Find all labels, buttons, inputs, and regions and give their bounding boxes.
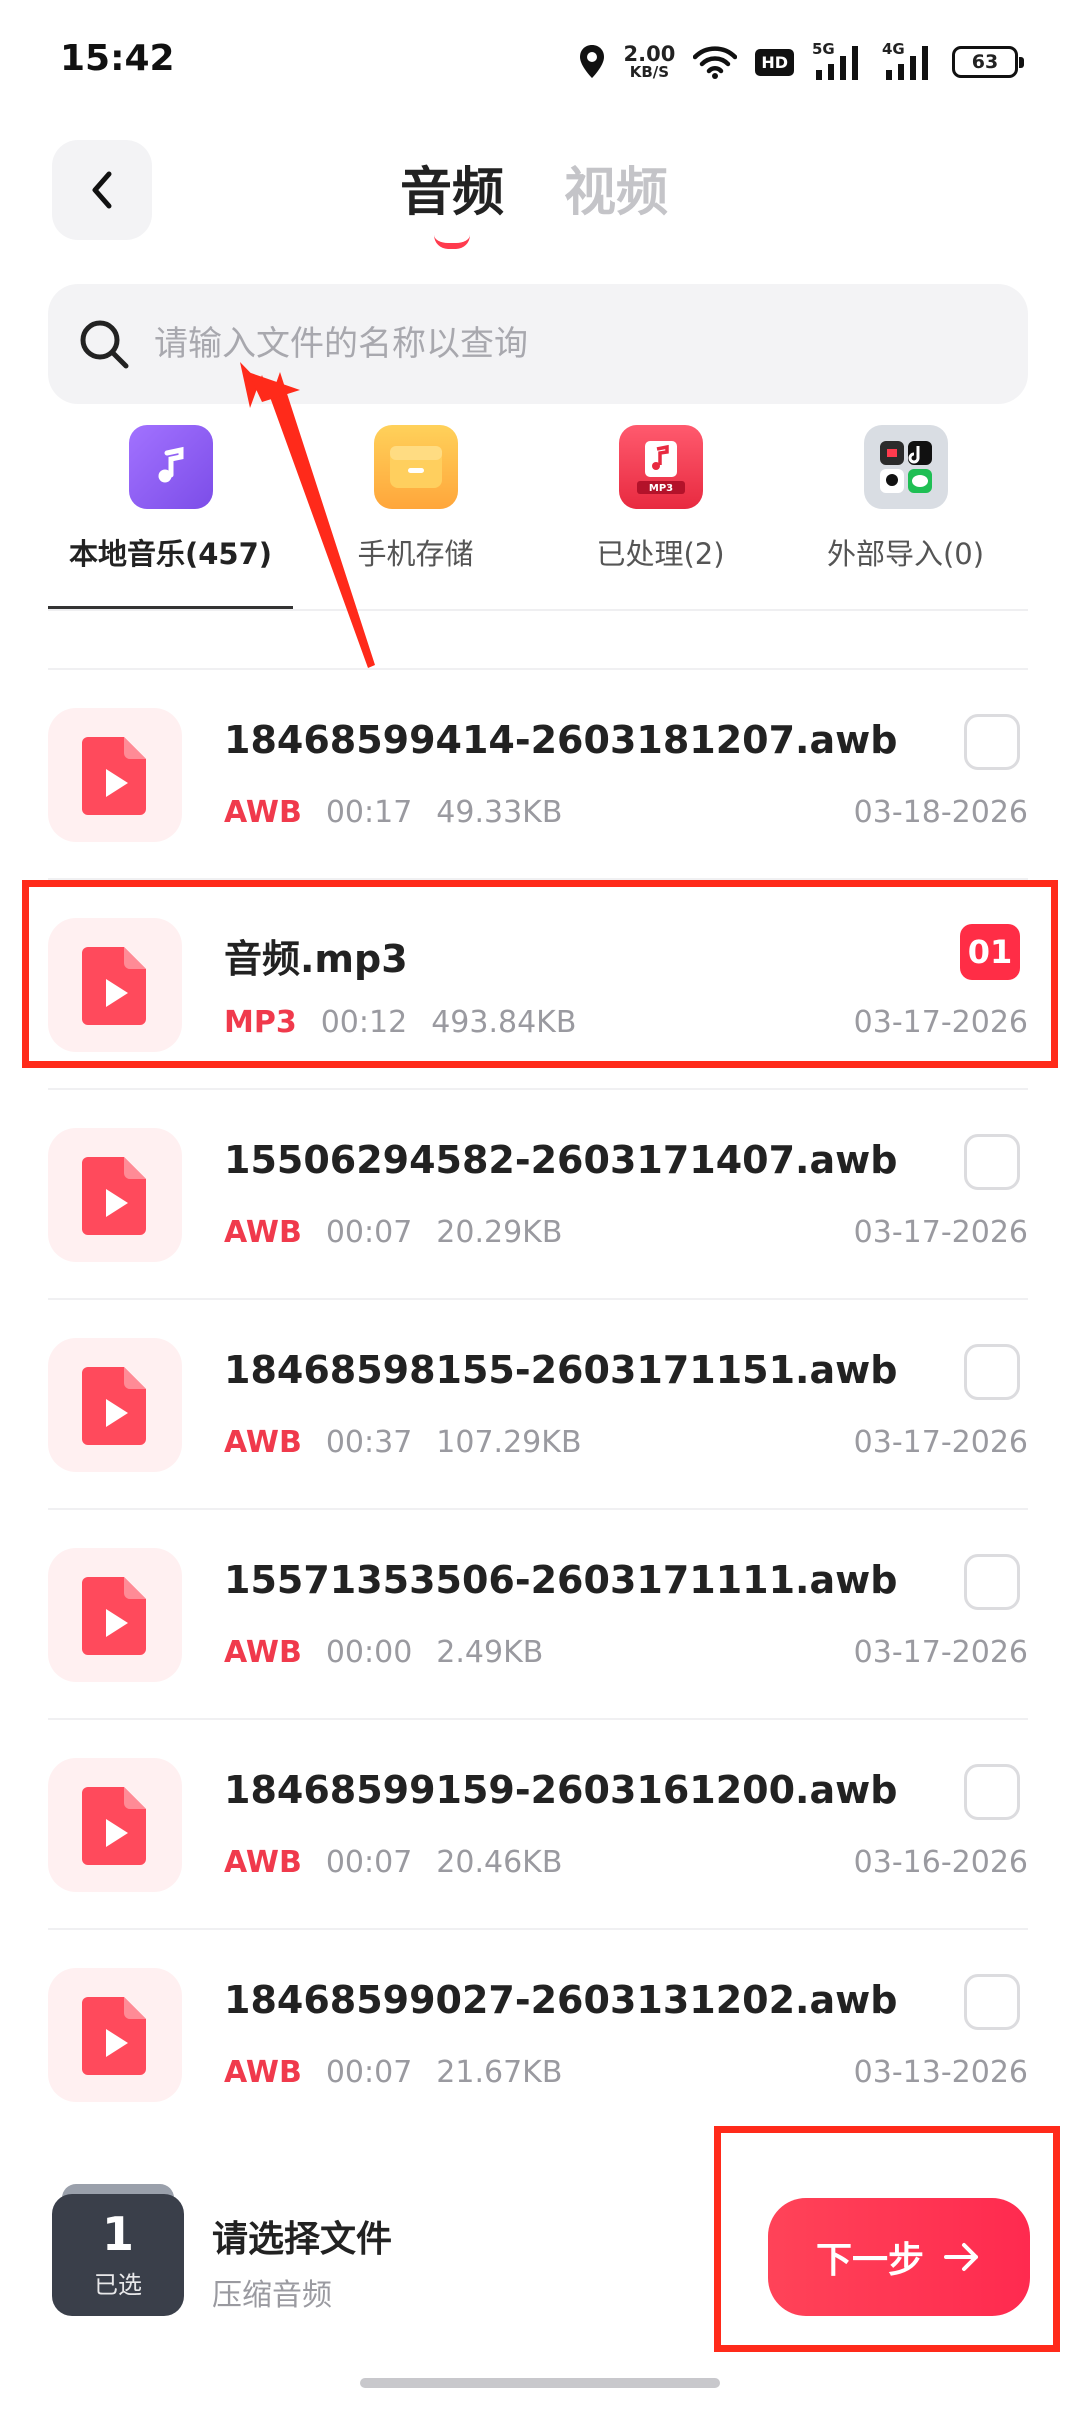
audio-file-icon	[48, 1128, 182, 1262]
file-meta: AWB 00:07 20.46KB	[224, 1845, 562, 1880]
file-row[interactable]: 18468599027-2603131202.awb AWB 00:07 21.67…	[48, 1928, 1028, 2138]
selected-files-counter[interactable]: 1 已选	[52, 2184, 184, 2316]
annotation-arrow	[240, 362, 375, 668]
selected-label: 已选	[94, 2270, 142, 2299]
file-meta: AWB 00:07 21.67KB	[224, 2055, 562, 2090]
file-name: 18468599159-2603161200.awb	[224, 1768, 898, 1812]
file-size: 21.67KB	[436, 2055, 563, 2090]
file-format: AWB	[224, 1845, 302, 1880]
file-size: 107.29KB	[436, 1425, 582, 1460]
app-screen: 15:42 2.00 KB/S HD 5G 4G 63 音频 视频 请输入文件的…	[0, 0, 1080, 2412]
audio-file-icon	[48, 1338, 182, 1472]
file-date: 03-17-2026	[853, 1635, 1028, 1670]
file-name: 15571353506-2603171111.awb	[224, 1558, 898, 1602]
select-checkbox[interactable]	[964, 714, 1020, 770]
file-name: 15506294582-2603171407.awb	[224, 1138, 898, 1182]
selected-count: 1	[101, 2206, 134, 2261]
file-name: 18468598155-2603171151.awb	[224, 1348, 898, 1392]
file-format: AWB	[224, 1425, 302, 1460]
file-row[interactable]: 15506294582-2603171407.awb AWB 00:07 20.29…	[48, 1088, 1028, 1298]
file-date: 03-13-2026	[853, 2055, 1028, 2090]
bottom-title: 请选择文件	[212, 2219, 393, 2260]
bottom-subtitle: 压缩音频	[212, 2278, 332, 2313]
file-meta: AWB 00:07 20.29KB	[224, 1215, 562, 1250]
select-checkbox[interactable]	[964, 1554, 1020, 1610]
file-meta: AWB 00:00 2.49KB	[224, 1635, 543, 1670]
file-duration: 00:37	[325, 1425, 413, 1460]
file-size: 49.33KB	[436, 795, 563, 830]
home-indicator[interactable]	[360, 2378, 720, 2388]
select-checkbox[interactable]	[964, 1974, 1020, 2030]
file-size: 20.29KB	[436, 1215, 563, 1250]
file-format: AWB	[224, 1635, 302, 1670]
file-row[interactable]: 15571353506-2603171111.awb AWB 00:00 2.49K…	[48, 1508, 1028, 1718]
file-date: 03-18-2026	[853, 795, 1028, 830]
file-meta: AWB 00:37 107.29KB	[224, 1425, 582, 1460]
file-size: 20.46KB	[436, 1845, 563, 1880]
file-name: 18468599027-2603131202.awb	[224, 1978, 898, 2022]
file-duration: 00:07	[325, 1215, 413, 1250]
file-row[interactable]: 18468598155-2603171151.awb AWB 00:37 107.2…	[48, 1298, 1028, 1508]
file-row[interactable]: 18468599159-2603161200.awb AWB 00:07 20.46…	[48, 1718, 1028, 1928]
select-checkbox[interactable]	[964, 1764, 1020, 1820]
file-name: 18468599414-2603181207.awb	[224, 718, 898, 762]
file-date: 03-17-2026	[853, 1215, 1028, 1250]
file-duration: 00:17	[325, 795, 413, 830]
stack-front-card: 1 已选	[52, 2194, 184, 2316]
audio-file-icon	[48, 1758, 182, 1892]
audio-file-icon	[48, 708, 182, 842]
select-checkbox[interactable]	[964, 1344, 1020, 1400]
audio-file-icon	[48, 1548, 182, 1682]
file-date: 03-17-2026	[853, 1425, 1028, 1460]
select-checkbox[interactable]	[964, 1134, 1020, 1190]
file-meta: AWB 00:17 49.33KB	[224, 795, 562, 830]
annotation-highlight-next	[714, 2126, 1060, 2352]
annotation-highlight-row	[22, 880, 1058, 1068]
file-duration: 00:07	[325, 2055, 413, 2090]
file-duration: 00:00	[325, 1635, 413, 1670]
file-format: AWB	[224, 795, 302, 830]
file-format: AWB	[224, 2055, 302, 2090]
file-size: 2.49KB	[436, 1635, 544, 1670]
audio-file-icon	[48, 1968, 182, 2102]
file-duration: 00:07	[325, 1845, 413, 1880]
file-date: 03-16-2026	[853, 1845, 1028, 1880]
file-format: AWB	[224, 1215, 302, 1250]
